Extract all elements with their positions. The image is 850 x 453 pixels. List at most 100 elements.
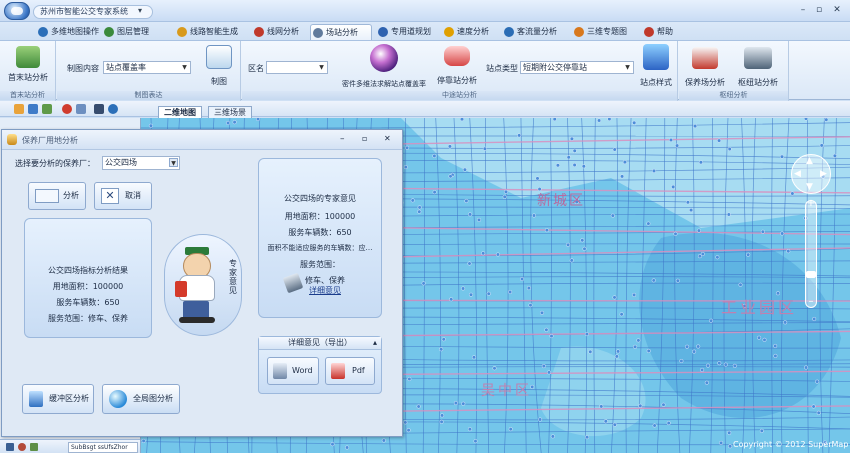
status-combo[interactable]: SubBsgt ssUfsZhor xyxy=(68,442,138,453)
maximize-button[interactable]: ▫ xyxy=(812,4,826,17)
maintenance-analysis-button[interactable]: 保养场分析 xyxy=(683,47,727,88)
bus-stop-marker xyxy=(622,160,627,165)
result-title: 公交四场指标分析结果 xyxy=(48,266,128,275)
save-icon[interactable] xyxy=(28,104,38,114)
professor-avatar xyxy=(175,247,219,325)
dialog-close-button[interactable]: ✕ xyxy=(384,134,391,143)
bus-stop-marker xyxy=(757,335,762,340)
zone-select[interactable]: ▼ xyxy=(266,61,328,74)
bus-stop-marker xyxy=(727,430,732,435)
bus-stop-marker xyxy=(569,136,574,141)
bus-stop-marker xyxy=(824,118,829,122)
pan-up-icon[interactable]: ▲ xyxy=(806,156,813,166)
bus-stop-marker xyxy=(715,255,720,260)
tab-help[interactable]: 帮助 xyxy=(642,24,673,40)
bus-stop-marker xyxy=(566,242,571,247)
bus-stop-marker xyxy=(538,417,543,422)
word-icon xyxy=(273,363,287,379)
maintenance-select[interactable]: 公交四场 ▼ xyxy=(102,156,180,170)
coverage-solve-button[interactable]: 密件多维法求解站点覆盖率 xyxy=(334,44,434,89)
zoom-slider[interactable]: + – xyxy=(805,199,817,308)
export-pdf-button[interactable]: Pdf xyxy=(325,357,375,385)
print-icon[interactable] xyxy=(94,104,104,114)
minimize-button[interactable]: – xyxy=(796,4,810,17)
cancel-button[interactable]: ✕ 取消 xyxy=(94,182,152,210)
image-icon[interactable] xyxy=(76,104,86,114)
bus-stop-marker xyxy=(482,146,487,151)
tab-station-analysis[interactable]: 场站分析 xyxy=(310,24,372,40)
dialog-maximize-button[interactable]: ▫ xyxy=(362,134,367,143)
analyze-button[interactable]: 分析 xyxy=(28,182,86,210)
bus-stop-marker xyxy=(646,221,651,226)
globe-icon xyxy=(38,27,48,37)
quick-access-dropdown-icon[interactable]: ▾ xyxy=(138,6,142,15)
bus-stop-marker xyxy=(651,278,656,283)
station-style-button[interactable]: 站点样式 xyxy=(636,44,676,88)
tab-speed-analysis[interactable]: 速度分析 xyxy=(442,24,489,40)
tab-route-generate[interactable]: 线路智能生成 xyxy=(175,24,238,40)
bus-stop-marker xyxy=(541,364,546,369)
zoom-thumb[interactable] xyxy=(806,271,816,278)
detail-opinion-link[interactable]: 详细意见 xyxy=(309,285,341,296)
open-folder-icon[interactable] xyxy=(14,104,24,114)
bus-stop-marker xyxy=(582,246,587,251)
group-draw-expression: 制图内容 站点覆盖率 ▼ 制图 制图表达 xyxy=(57,41,241,101)
close-icon: ✕ xyxy=(101,188,119,204)
help-icon[interactable] xyxy=(108,104,118,114)
tab-passenger-flow[interactable]: 客流量分析 xyxy=(502,24,557,40)
route-icon xyxy=(177,27,187,37)
app-menu-button[interactable] xyxy=(4,2,30,20)
bus-stop-marker xyxy=(410,198,415,203)
export-word-button[interactable]: Word xyxy=(267,357,319,385)
window-title: 苏州市智能公交专家系统 xyxy=(33,5,153,19)
bus-stop-marker xyxy=(675,143,680,148)
bus-stop-marker xyxy=(661,402,666,407)
bus-stop-marker xyxy=(607,118,612,122)
pan-right-icon[interactable]: ▶ xyxy=(820,169,827,179)
tab-multidim-map[interactable]: 多维地图操作 xyxy=(36,24,99,40)
bus-stop-marker xyxy=(552,118,557,122)
buffer-analysis-button[interactable]: 缓冲区分析 xyxy=(22,384,94,414)
tab-network-analysis[interactable]: 线网分析 xyxy=(252,24,299,40)
bus-stop-marker xyxy=(580,238,585,243)
station-type-select[interactable]: 短期附公交停靠站 ▼ xyxy=(520,61,634,74)
global-analysis-button[interactable]: 全局图分析 xyxy=(102,384,180,414)
bus-stop-marker xyxy=(719,440,724,445)
bus-stop-marker xyxy=(330,442,335,447)
bus-stop-marker xyxy=(405,145,410,150)
draw-content-select[interactable]: 站点覆盖率 ▼ xyxy=(103,61,191,74)
draw-map-button[interactable]: 制图 xyxy=(201,45,237,87)
expert-avatar-panel[interactable]: 专家意见 xyxy=(164,234,242,336)
bus-stop-marker xyxy=(581,164,586,169)
zoom-out-icon[interactable]: – xyxy=(805,297,817,307)
bus-stop-marker xyxy=(417,209,422,214)
tab-3d-thematic[interactable]: 三维专题图 xyxy=(572,24,627,40)
stop-analysis-button[interactable]: 停靠站分析 xyxy=(434,46,480,86)
collapse-icon[interactable]: ▴ xyxy=(373,337,377,349)
pan-down-icon[interactable]: ▼ xyxy=(806,182,813,192)
close-button[interactable]: ✕ xyxy=(830,4,844,17)
lane-icon xyxy=(378,27,388,37)
bus-stop-marker xyxy=(232,120,237,125)
bus-stop-marker xyxy=(255,118,261,122)
bus-stop-marker xyxy=(783,320,788,325)
bus-stop-marker xyxy=(416,404,421,409)
bus-stop-marker xyxy=(692,349,697,354)
delete-icon[interactable] xyxy=(62,104,72,114)
bus-stop-marker xyxy=(439,419,444,424)
first-last-station-button[interactable]: 首末站分析 xyxy=(4,46,52,83)
person-icon xyxy=(7,134,17,145)
hub-analysis-button[interactable]: 枢纽站分析 xyxy=(731,47,785,88)
bus-stop-marker xyxy=(448,174,453,179)
bus-stop-marker xyxy=(462,167,467,172)
bus-stop-marker xyxy=(603,419,608,424)
dialog-minimize-button[interactable]: – xyxy=(340,134,345,144)
save-as-icon[interactable] xyxy=(42,104,52,114)
zoom-in-icon[interactable]: + xyxy=(805,199,817,209)
tab-lane-planning[interactable]: 专用道规划 xyxy=(376,24,431,40)
bus-stop-marker xyxy=(803,118,809,121)
bus-stop-marker xyxy=(696,344,701,349)
pan-left-icon[interactable]: ◀ xyxy=(794,169,801,179)
tab-layer-manage[interactable]: 图层管理 xyxy=(102,24,149,40)
pan-control[interactable]: ▲ ▼ ◀ ▶ xyxy=(791,154,831,194)
